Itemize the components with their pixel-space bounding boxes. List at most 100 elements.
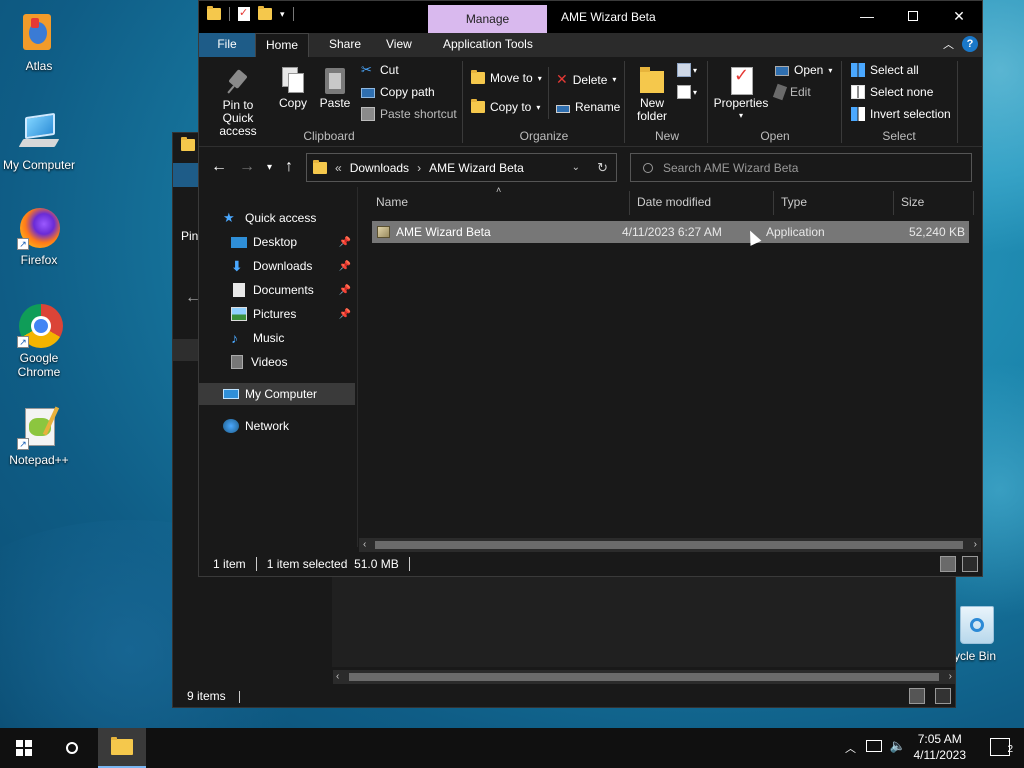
column-header-type[interactable]: Type bbox=[773, 187, 807, 217]
desktop-icon-label: Atlas bbox=[25, 59, 53, 73]
file-explorer-taskbar-button[interactable] bbox=[98, 728, 146, 768]
pin-icon[interactable]: 📌 bbox=[339, 237, 351, 248]
nav-item-quick-access[interactable]: ★ Quick access bbox=[223, 207, 379, 229]
nav-item-pictures[interactable]: Pictures 📌 bbox=[231, 303, 355, 325]
search-input[interactable]: Search AME Wizard Beta bbox=[630, 153, 972, 182]
qat-dropdown-icon[interactable]: ▾ bbox=[280, 9, 285, 20]
desktop-icon-recycle-bin[interactable]: cycle Bin bbox=[948, 602, 1024, 663]
tab-application-tools[interactable]: Application Tools bbox=[433, 33, 543, 57]
details-view-icon[interactable] bbox=[909, 688, 925, 704]
scroll-left-icon[interactable]: ‹ bbox=[336, 670, 339, 684]
forward-button[interactable]: → bbox=[239, 158, 255, 176]
tab-share[interactable]: Share bbox=[319, 33, 371, 57]
desktop-icon-my-computer[interactable]: My Computer bbox=[1, 111, 77, 172]
start-button[interactable] bbox=[0, 728, 48, 768]
copy-folder-icon bbox=[471, 99, 485, 113]
cut-button[interactable]: ✂ Cut bbox=[361, 63, 399, 78]
new-folder-label: New folder bbox=[636, 96, 668, 123]
move-to-button[interactable]: Move to ▾ bbox=[471, 70, 542, 85]
properties-icon: ✓ bbox=[727, 65, 755, 95]
maximize-button[interactable] bbox=[890, 1, 936, 31]
volume-icon[interactable]: 🔈 bbox=[890, 738, 906, 754]
edit-button[interactable]: Edit bbox=[772, 83, 811, 101]
scrollbar-thumb[interactable] bbox=[349, 673, 939, 681]
explorer-window[interactable]: ✓ ▾ Manage AME Wizard Beta — ✕ File Home… bbox=[198, 0, 983, 577]
select-none-icon bbox=[851, 85, 865, 99]
table-row[interactable]: AME Wizard Beta 4/11/2023 6:27 AM Applic… bbox=[372, 221, 969, 243]
column-header-date[interactable]: Date modified bbox=[629, 187, 711, 217]
clock[interactable]: 7:05 AM 4/11/2023 bbox=[914, 731, 967, 763]
minimize-button[interactable]: — bbox=[844, 1, 890, 31]
copy-path-button[interactable]: Copy path bbox=[361, 85, 435, 99]
nav-item-downloads[interactable]: ⬇ Downloads 📌 bbox=[231, 255, 355, 277]
copy-to-button[interactable]: Copy to ▾ bbox=[471, 99, 540, 114]
tab-file[interactable]: File bbox=[199, 33, 255, 57]
new-folder-button[interactable]: New folder bbox=[633, 65, 671, 123]
nav-label: Documents bbox=[253, 283, 314, 297]
desktop-icon-firefox[interactable]: ↗ Firefox bbox=[1, 206, 77, 267]
tab-home[interactable]: Home bbox=[255, 33, 310, 57]
tab-view[interactable]: View bbox=[376, 33, 422, 57]
column-header-size[interactable]: Size bbox=[893, 187, 924, 217]
rename-label: Rename bbox=[575, 100, 621, 114]
large-icons-view-icon[interactable] bbox=[962, 556, 978, 572]
pin-icon[interactable]: 📌 bbox=[339, 309, 351, 320]
notepadpp-icon: ↗ bbox=[17, 406, 61, 450]
scrollbar-thumb[interactable] bbox=[375, 541, 963, 549]
address-overflow-icon[interactable]: « bbox=[335, 161, 342, 175]
background-horizontal-scrollbar[interactable]: ‹ › bbox=[333, 670, 955, 684]
horizontal-scrollbar[interactable]: ‹ › bbox=[359, 538, 981, 552]
nav-item-music[interactable]: ♪ Music bbox=[231, 327, 355, 349]
scroll-left-icon[interactable]: ‹ bbox=[363, 538, 366, 552]
show-hidden-icons-icon[interactable]: ︿ bbox=[845, 740, 856, 756]
back-button[interactable]: ← bbox=[211, 158, 227, 176]
properties-qat-icon[interactable]: ✓ bbox=[238, 7, 250, 21]
recent-locations-button[interactable]: ▾ bbox=[267, 162, 272, 173]
desktop-icon-atlas[interactable]: Atlas bbox=[1, 12, 77, 73]
manage-contextual-tab[interactable]: Manage bbox=[428, 5, 547, 33]
new-folder-qat-icon[interactable] bbox=[258, 6, 272, 20]
open-button[interactable]: Open ▾ bbox=[775, 63, 832, 77]
select-none-button[interactable]: Select none bbox=[851, 85, 933, 99]
paste-shortcut-button[interactable]: Paste shortcut bbox=[361, 107, 457, 121]
pin-label: Pin to Quick access bbox=[219, 98, 257, 138]
pin-icon[interactable]: 📌 bbox=[339, 261, 351, 272]
help-icon[interactable]: ? bbox=[962, 36, 978, 52]
title-bar[interactable]: ✓ ▾ Manage AME Wizard Beta — ✕ bbox=[199, 1, 982, 33]
properties-button[interactable]: ✓ Properties ▾ bbox=[713, 65, 769, 120]
nav-item-documents[interactable]: Documents 📌 bbox=[231, 279, 355, 301]
paste-button[interactable]: Paste bbox=[319, 65, 351, 110]
collapse-ribbon-icon[interactable]: ︿ bbox=[943, 36, 954, 52]
desktop-icon-notepadpp[interactable]: ↗ Notepad++ bbox=[1, 406, 77, 467]
nav-item-desktop[interactable]: Desktop 📌 bbox=[231, 231, 355, 253]
rename-button[interactable]: Rename bbox=[556, 100, 620, 114]
copy-button[interactable]: Copy bbox=[277, 65, 309, 110]
scroll-right-icon[interactable]: › bbox=[974, 538, 977, 552]
desktop-icon-label: cycle Bin bbox=[948, 649, 997, 663]
new-item-button[interactable]: ▾ bbox=[677, 63, 697, 77]
pin-to-quick-access-button[interactable]: Pin to Quick access bbox=[205, 67, 271, 138]
column-header-name[interactable]: Name bbox=[368, 187, 408, 217]
address-dropdown-icon[interactable]: ⌄ bbox=[572, 162, 580, 173]
pin-icon[interactable]: 📌 bbox=[339, 285, 351, 296]
details-view-icon[interactable] bbox=[940, 556, 956, 572]
tiles-view-icon[interactable] bbox=[935, 688, 951, 704]
close-button[interactable]: ✕ bbox=[936, 1, 982, 31]
scroll-right-icon[interactable]: › bbox=[949, 670, 952, 684]
refresh-icon[interactable]: ↻ bbox=[597, 160, 608, 176]
network-tray-icon[interactable] bbox=[866, 740, 882, 752]
delete-button[interactable]: ✕ Delete ▾ bbox=[556, 71, 616, 88]
easy-access-button[interactable]: ▾ bbox=[677, 85, 697, 99]
nav-item-network[interactable]: Network bbox=[223, 415, 379, 437]
search-button[interactable] bbox=[48, 728, 96, 768]
breadcrumb-current[interactable]: AME Wizard Beta bbox=[429, 161, 524, 175]
address-bar[interactable]: « Downloads › AME Wizard Beta ⌄ ↻ bbox=[306, 153, 617, 182]
breadcrumb-downloads[interactable]: Downloads bbox=[350, 161, 409, 175]
up-button[interactable]: ↑ bbox=[285, 158, 293, 176]
invert-selection-button[interactable]: Invert selection bbox=[851, 107, 951, 121]
notification-center-icon[interactable]: 2 bbox=[990, 738, 1013, 756]
desktop-icon-chrome[interactable]: ↗ Google Chrome bbox=[1, 304, 77, 379]
nav-item-videos[interactable]: Videos bbox=[231, 351, 355, 373]
select-all-button[interactable]: Select all bbox=[851, 63, 919, 77]
nav-item-my-computer[interactable]: My Computer bbox=[199, 383, 355, 405]
